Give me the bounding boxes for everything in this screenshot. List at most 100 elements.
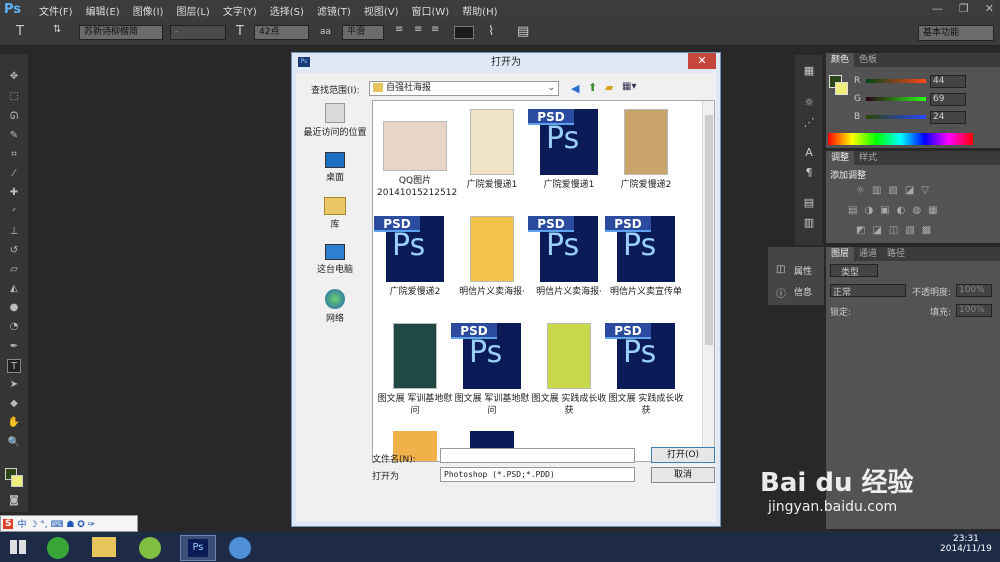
view-menu-icon[interactable]: ▦▾ [622, 81, 636, 92]
character-icon[interactable]: A [801, 145, 817, 161]
align-center-icon[interactable]: ≡ [414, 24, 422, 35]
file-item[interactable]: 明信片义卖海报· [454, 216, 530, 298]
tab-paths[interactable]: 路径 [882, 247, 910, 261]
browser-icon[interactable] [47, 537, 69, 559]
layer-filter-select[interactable]: 类型 [830, 264, 878, 278]
menu-file[interactable]: 文件(F) [39, 3, 73, 18]
ime-icons[interactable]: 中 ☽ °, ⌨ ☗ ✪ ✑ [17, 517, 95, 530]
blur-tool-icon[interactable]: ● [7, 301, 21, 315]
file-item[interactable]: 图文展 军训基地慰问 [377, 323, 453, 417]
file-item[interactable]: PSD Ps 图文展 军训基地慰问 [451, 323, 530, 417]
b-slider[interactable] [866, 115, 926, 119]
tab-layers[interactable]: 图层 [826, 247, 855, 261]
actions-icon[interactable]: ☼ [801, 95, 817, 111]
blend-mode-select[interactable]: 正常 [830, 284, 906, 298]
file-item[interactable]: PSD Ps 广院爱慢递2 [374, 216, 453, 298]
look-in-select[interactable]: 自强社海报 ⌄ [369, 81, 559, 96]
place-recent[interactable]: 最近访问的位置 [300, 103, 370, 138]
new-folder-icon[interactable]: ▰ [605, 81, 613, 94]
place-network[interactable]: 网络 [300, 289, 370, 324]
menu-layer[interactable]: 图层(L) [176, 3, 209, 18]
shape-tool-icon[interactable]: ◆ [7, 397, 21, 411]
tab-adjustments[interactable]: 调整 [826, 151, 855, 165]
quick-select-tool-icon[interactable]: ✎ [7, 129, 21, 143]
close-button[interactable]: ✕ [985, 2, 994, 15]
scrollbar-thumb[interactable] [705, 115, 713, 345]
quick-mask-icon[interactable]: ◙ [7, 494, 21, 508]
dodge-tool-icon[interactable]: ◔ [7, 320, 21, 334]
tab-color[interactable]: 颜色 [826, 53, 855, 67]
zoom-tool-icon[interactable]: 🔍 [7, 436, 21, 450]
adjustment-icons-row-3[interactable]: ◩◪◫▧▩ [856, 225, 938, 236]
menu-image[interactable]: 图像(I) [133, 3, 164, 18]
align-left-icon[interactable]: ≡ [395, 24, 403, 35]
color-bg-swatch[interactable] [835, 82, 848, 95]
filename-input[interactable] [440, 448, 635, 463]
place-library[interactable]: 库 [300, 197, 370, 230]
align-right-icon[interactable]: ≡ [431, 24, 439, 35]
text-color-swatch[interactable] [454, 26, 474, 39]
file-item[interactable]: 广院爱慢递1 [454, 109, 530, 191]
stamp-tool-icon[interactable]: ⊥ [7, 225, 21, 239]
tab-styles[interactable]: 样式 [854, 151, 882, 165]
cancel-button[interactable]: 取消 [651, 467, 715, 483]
history-icon[interactable]: ▦ [801, 63, 817, 79]
path-select-icon[interactable]: ➤ [7, 378, 21, 392]
warp-text-icon[interactable]: ⌇ [488, 24, 494, 39]
eraser-tool-icon[interactable]: ▱ [7, 263, 21, 277]
r-slider[interactable] [866, 79, 926, 83]
font-style-select[interactable]: - [170, 25, 226, 40]
file-item[interactable]: 图文展 实践成长收获 [531, 323, 607, 417]
file-item[interactable]: QQ图片20141015212512 [377, 109, 457, 199]
file-item[interactable]: PSD Ps 广院爱慢递1 [528, 109, 607, 191]
menu-type[interactable]: 文字(Y) [223, 3, 257, 18]
menu-help[interactable]: 帮助(H) [462, 3, 497, 18]
color-spectrum[interactable] [828, 133, 973, 145]
pen-tool-icon[interactable]: ✒ [7, 340, 21, 354]
workspace-select[interactable]: 基本功能 [918, 25, 994, 41]
tab-swatches[interactable]: 色板 [854, 53, 882, 67]
menu-window[interactable]: 窗口(W) [411, 3, 449, 18]
brush-presets-icon[interactable]: ⋰ [801, 115, 817, 131]
minimize-button[interactable]: — [932, 2, 943, 15]
crop-tool-icon[interactable]: ⌗ [7, 148, 21, 162]
font-size-select[interactable]: 42点 [254, 25, 309, 40]
paint-icon[interactable] [229, 537, 251, 559]
clone-source-icon[interactable]: ▥ [801, 215, 817, 231]
antialias-select[interactable]: 平滑 [342, 25, 384, 40]
healing-tool-icon[interactable]: ✚ [7, 186, 21, 200]
app-icon[interactable] [139, 537, 161, 559]
orientation-icon[interactable]: ⇅ [53, 24, 61, 35]
g-value-field[interactable]: 69 [930, 93, 966, 106]
up-folder-icon[interactable]: ⬆ [588, 81, 597, 94]
g-slider[interactable] [866, 97, 926, 101]
back-icon[interactable]: ◀ [571, 82, 579, 95]
marquee-tool-icon[interactable]: ⬚ [7, 90, 21, 104]
paragraph-icon[interactable]: ¶ [801, 165, 817, 181]
clock[interactable]: 23:31 2014/11/19 [940, 534, 992, 554]
file-item[interactable]: 广院爱慢递2 [608, 109, 684, 191]
history-brush-icon[interactable]: ↺ [7, 244, 21, 258]
hand-tool-icon[interactable]: ✋ [7, 416, 21, 430]
eyedropper-tool-icon[interactable]: ⁄ [7, 167, 21, 181]
photoshop-taskbar-button[interactable]: Ps [180, 535, 216, 561]
notes-icon[interactable]: ▤ [801, 195, 817, 211]
menu-edit[interactable]: 编辑(E) [86, 3, 120, 18]
dialog-close-button[interactable]: ✕ [688, 53, 716, 69]
opacity-field[interactable]: 100% [956, 284, 992, 297]
file-item[interactable]: PSD Ps 图文展 实践成长收获 [605, 323, 684, 417]
gradient-tool-icon[interactable]: ◭ [7, 282, 21, 296]
place-desktop[interactable]: 桌面 [300, 152, 370, 183]
character-panel-icon[interactable]: ▤ [517, 24, 529, 39]
tab-channels[interactable]: 通道 [854, 247, 882, 261]
adjustment-icons-row-1[interactable]: ☼▥▨◪▽ [856, 185, 936, 196]
maximize-button[interactable]: ❐ [959, 2, 969, 15]
adjustment-icons-row-2[interactable]: ▤◑▣◐◍▦ [848, 205, 945, 216]
type-tool-icon[interactable]: T [7, 359, 21, 373]
font-family-select[interactable]: 苏新诗柳楷简 [79, 25, 163, 40]
open-button[interactable]: 打开(O) [651, 447, 715, 463]
properties-label[interactable]: 属性 [794, 264, 812, 277]
menu-view[interactable]: 视图(V) [364, 3, 399, 18]
sogou-icon[interactable]: S [3, 518, 14, 529]
file-list-scrollbar[interactable] [702, 101, 714, 461]
